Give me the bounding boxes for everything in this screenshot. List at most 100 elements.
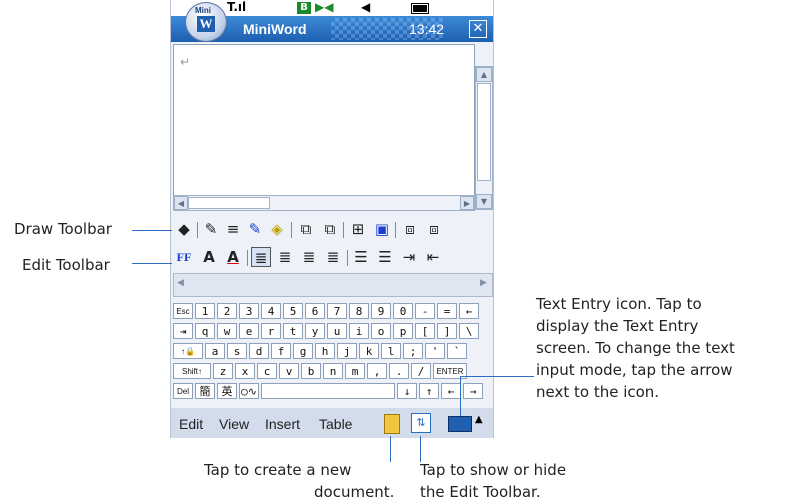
key-2-4[interactable]: f <box>271 343 291 359</box>
key-1-11[interactable]: [ <box>415 323 435 339</box>
indent-decrease-icon[interactable]: ⇤ <box>423 247 443 267</box>
line-width-icon[interactable]: ≡ <box>223 219 243 239</box>
scroll-up-icon[interactable]: ▲ <box>476 67 492 82</box>
key-1-5[interactable]: t <box>283 323 303 339</box>
scroll-thumb[interactable] <box>477 83 491 181</box>
key-3-1[interactable]: z <box>213 363 233 379</box>
key-1-13[interactable]: \ <box>459 323 479 339</box>
menu-table[interactable]: Table <box>319 416 352 432</box>
key-4-3[interactable]: ○∿ <box>239 383 259 399</box>
key-1-0[interactable]: ⇥ <box>173 323 193 339</box>
scroll-right-icon[interactable]: ▶ <box>460 196 474 210</box>
horizontal-scrollbar[interactable]: ◀ ▶ <box>173 195 475 211</box>
font-color-icon[interactable]: A <box>223 247 243 267</box>
key-4-1[interactable]: 簡 <box>195 383 215 399</box>
menu-view[interactable]: View <box>219 416 249 432</box>
h-scroll-thumb[interactable] <box>188 197 270 209</box>
key-4-5[interactable]: ↓ <box>397 383 417 399</box>
key-2-7[interactable]: j <box>337 343 357 359</box>
key-1-6[interactable]: y <box>305 323 325 339</box>
key-0-7[interactable]: 7 <box>327 303 347 319</box>
key-0-1[interactable]: 1 <box>195 303 215 319</box>
key-3-7[interactable]: m <box>345 363 365 379</box>
key-2-8[interactable]: k <box>359 343 379 359</box>
bold-icon[interactable]: A <box>199 247 219 267</box>
key-4-2[interactable]: 英 <box>217 383 237 399</box>
key-0-2[interactable]: 2 <box>217 303 237 319</box>
key-3-10[interactable]: / <box>411 363 431 379</box>
key-2-12[interactable]: ` <box>447 343 467 359</box>
menu-edit[interactable]: Edit <box>179 416 203 432</box>
key-0-0[interactable]: Esc <box>173 303 193 319</box>
align-center-icon[interactable]: ≣ <box>275 247 295 267</box>
key-2-1[interactable]: a <box>205 343 225 359</box>
key-4-8[interactable]: → <box>463 383 483 399</box>
key-3-8[interactable]: , <box>367 363 387 379</box>
toolbar-scroll-strip[interactable]: ◀ ▶ <box>173 273 493 297</box>
align-left-icon[interactable]: ≣ <box>251 247 271 267</box>
pen-icon[interactable]: ✎ <box>201 219 221 239</box>
key-1-10[interactable]: p <box>393 323 413 339</box>
wrap-icon[interactable]: ▣ <box>371 219 393 239</box>
key-0-8[interactable]: 8 <box>349 303 369 319</box>
key-2-5[interactable]: g <box>293 343 313 359</box>
scroll-left-icon[interactable]: ◀ <box>174 196 188 210</box>
indent-increase-icon[interactable]: ⇥ <box>399 247 419 267</box>
shapes-icon[interactable]: ◆ <box>173 219 195 239</box>
key-1-8[interactable]: i <box>349 323 369 339</box>
ungroup-icon[interactable]: ⧈ <box>423 219 445 239</box>
scroll-down-icon[interactable]: ▼ <box>476 194 492 209</box>
key-3-6[interactable]: n <box>323 363 343 379</box>
key-4-7[interactable]: ← <box>441 383 461 399</box>
text-entry-icon[interactable] <box>448 416 472 432</box>
key-1-12[interactable]: ] <box>437 323 457 339</box>
key-0-4[interactable]: 4 <box>261 303 281 319</box>
key-3-9[interactable]: . <box>389 363 409 379</box>
key-4-0[interactable]: Del <box>173 383 193 399</box>
vertical-scrollbar[interactable]: ▲ ▼ <box>475 66 493 210</box>
key-1-4[interactable]: r <box>261 323 281 339</box>
text-entry-arrow-icon[interactable]: ▲ <box>475 414 483 425</box>
key-2-11[interactable]: ' <box>425 343 445 359</box>
key-4-4[interactable] <box>261 383 395 399</box>
key-1-9[interactable]: o <box>371 323 391 339</box>
key-0-3[interactable]: 3 <box>239 303 259 319</box>
font-icon[interactable]: FF <box>173 247 195 267</box>
group-icon[interactable]: ⧈ <box>399 219 421 239</box>
key-0-5[interactable]: 5 <box>283 303 303 319</box>
strip-right-icon[interactable]: ▶ <box>480 278 487 288</box>
new-document-icon[interactable] <box>384 414 400 434</box>
align-right-icon[interactable]: ≣ <box>299 247 319 267</box>
key-3-3[interactable]: c <box>257 363 277 379</box>
line-color-icon[interactable]: ✎ <box>245 219 265 239</box>
key-1-7[interactable]: u <box>327 323 347 339</box>
document-area[interactable]: ↵ <box>173 44 475 196</box>
bullets-icon[interactable]: ☰ <box>351 247 371 267</box>
key-0-9[interactable]: 9 <box>371 303 391 319</box>
numbering-icon[interactable]: ☰ <box>375 247 395 267</box>
strip-left-icon[interactable]: ◀ <box>177 278 184 288</box>
key-3-5[interactable]: b <box>301 363 321 379</box>
key-3-0[interactable]: Shift↑ <box>173 363 211 379</box>
justify-icon[interactable]: ≣ <box>323 247 343 267</box>
key-2-2[interactable]: s <box>227 343 247 359</box>
speaker-icon[interactable]: ◀ <box>361 0 370 14</box>
fill-color-icon[interactable]: ◈ <box>267 219 287 239</box>
key-2-6[interactable]: h <box>315 343 335 359</box>
key-2-10[interactable]: ; <box>403 343 423 359</box>
key-1-1[interactable]: q <box>195 323 215 339</box>
miniword-logo-icon[interactable]: Mini W <box>185 2 227 42</box>
key-3-2[interactable]: x <box>235 363 255 379</box>
key-1-2[interactable]: w <box>217 323 237 339</box>
key-1-3[interactable]: e <box>239 323 259 339</box>
toggle-edit-toolbar-icon[interactable]: ⇅ <box>411 413 431 433</box>
key-2-0[interactable]: ↑🔒 <box>173 343 203 359</box>
key-2-3[interactable]: d <box>249 343 269 359</box>
menu-insert[interactable]: Insert <box>265 416 300 432</box>
key-4-6[interactable]: ↑ <box>419 383 439 399</box>
key-0-11[interactable]: - <box>415 303 435 319</box>
key-0-10[interactable]: 0 <box>393 303 413 319</box>
key-2-9[interactable]: l <box>381 343 401 359</box>
key-0-12[interactable]: = <box>437 303 457 319</box>
close-button[interactable]: ✕ <box>469 20 487 38</box>
